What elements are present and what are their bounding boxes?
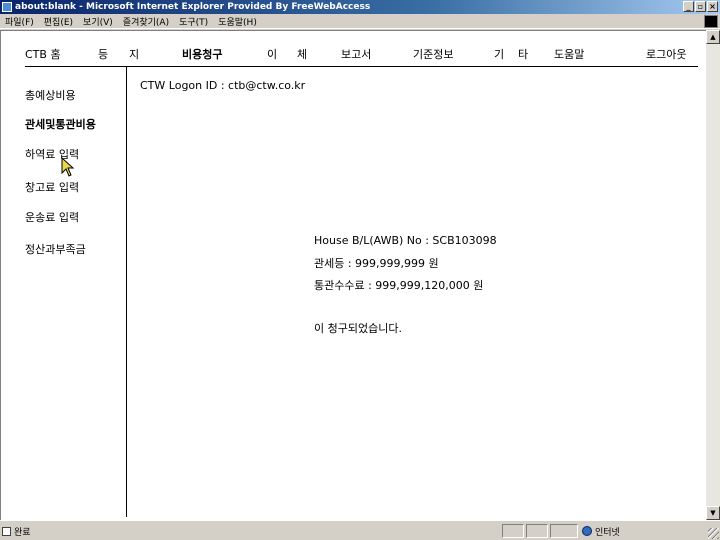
side-item-total-estimated-cost[interactable]: 총예상비용 [25,87,76,103]
status-panel-2 [526,524,548,538]
side-item-settlement-balance[interactable]: 정산과부족금 [25,241,86,257]
nav-reports[interactable]: 보고서 [341,46,371,62]
maximize-button[interactable]: ▫ [695,1,706,12]
menu-help[interactable]: 도움말(H) [213,15,262,28]
column-divider [126,67,127,517]
menu-tools[interactable]: 도구(T) [174,15,213,28]
menu-edit[interactable]: 편집(E) [39,15,78,28]
side-item-customs-clearance-cost[interactable]: 관세및통관비용 [25,116,96,132]
nav-transfer-2[interactable]: 체 [297,46,307,62]
status-bar: 완료 인터넷 [0,520,720,540]
scroll-down-arrow-icon[interactable]: ▼ [706,506,720,520]
side-item-storage-fee-input[interactable]: 창고료 입력 [25,179,79,195]
nav-etc-1[interactable]: 기 [494,46,504,62]
ie-page-icon [2,2,12,12]
nav-cost-billing[interactable]: 비용청구 [182,46,222,62]
nav-etc-2[interactable]: 타 [518,46,528,62]
billing-complete-message: 이 청구되었습니다. [314,322,402,335]
minimize-button[interactable]: _ [683,1,694,12]
zone-text: 인터넷 [595,527,620,538]
close-button[interactable]: × [707,1,718,12]
status-text: 완료 [14,527,31,538]
side-item-transport-fee-input[interactable]: 운송료 입력 [25,209,79,225]
scroll-up-arrow-icon[interactable]: ▲ [706,30,720,44]
nav-help[interactable]: 도움말 [554,46,584,62]
menu-favorites[interactable]: 즐겨찾기(A) [118,15,174,28]
title-bar: about:blank - Microsoft Internet Explore… [0,0,720,14]
nav-transfer-1[interactable]: 이 [267,46,277,62]
menu-bar: 파일(F) 편집(E) 보기(V) 즐겨찾기(A) 도구(T) 도움말(H) [0,14,720,29]
nav-logout[interactable]: 로그아웃 [646,46,686,62]
windows-logo-icon [704,15,718,28]
status-panel-3 [550,524,578,538]
logon-id-text: CTW Logon ID : ctb@ctw.co.kr [140,79,306,92]
window-title: about:blank - Microsoft Internet Explore… [15,2,371,12]
menu-view[interactable]: 보기(V) [78,15,118,28]
security-zone: 인터넷 [582,524,620,538]
clearance-fee-amount: 통관수수료 : 999,999,120,000 원 [314,279,484,292]
house-bl-number: House B/L(AWB) No : SCB103098 [314,234,497,247]
internet-zone-globe-icon [582,526,592,536]
status-panel-1 [502,524,524,538]
nav-register-2[interactable]: 지 [129,46,139,62]
nav-ctb-home[interactable]: CTB 홈 [25,46,61,62]
resize-grip-icon[interactable] [708,528,719,539]
menu-file[interactable]: 파일(F) [0,15,39,28]
customs-duty-amount: 관세등 : 999,999,999 원 [314,257,439,270]
page-content: CTB 홈 등 지 비용청구 이 체 보고서 기준정보 기 타 도움말 로그아웃… [0,30,706,520]
status-main-panel: 완료 [2,524,31,538]
page-done-icon [2,526,11,536]
nav-register-1[interactable]: 등 [98,46,108,62]
vertical-scrollbar[interactable]: ▲ ▼ [706,30,720,520]
window-controls: _ ▫ × [683,1,718,12]
nav-master-data[interactable]: 기준정보 [413,46,453,62]
mouse-cursor-icon [61,157,75,177]
top-navigation: CTB 홈 등 지 비용청구 이 체 보고서 기준정보 기 타 도움말 로그아웃 [25,46,695,62]
